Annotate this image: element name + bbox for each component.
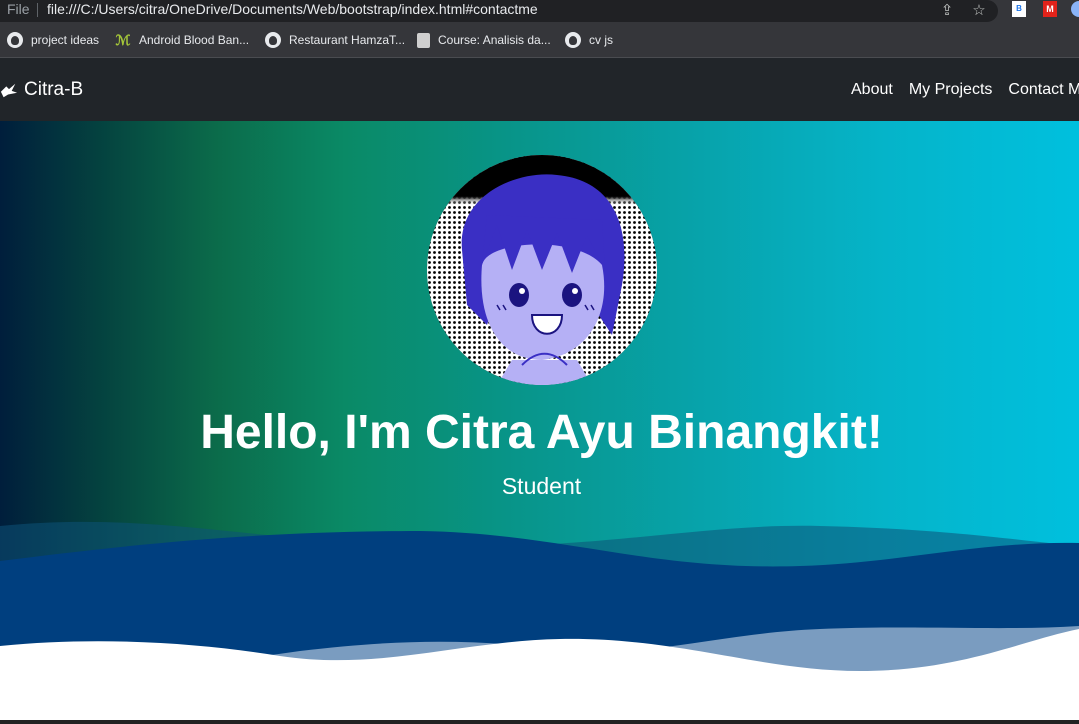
- android-icon: ℳ: [115, 32, 131, 48]
- file-scheme-label: File: [7, 1, 30, 17]
- bookmark-android-blood-bank[interactable]: ℳ Android Blood Ban...: [115, 31, 250, 49]
- profile-photo: [427, 155, 657, 385]
- bookmark-course[interactable]: Course: Analisis da...: [417, 31, 551, 49]
- hero-subtitle: Student: [501, 473, 582, 499]
- crane-logo-icon: [0, 83, 18, 98]
- extension-m-icon[interactable]: M: [1043, 1, 1057, 17]
- nav-links: About My Projects Contact Me: [851, 81, 1079, 99]
- bookmarks-bar: project ideas ℳ Android Blood Ban... Res…: [0, 22, 1079, 58]
- share-icon[interactable]: ⇪: [938, 2, 956, 20]
- github-icon: [7, 32, 23, 48]
- github-icon: [565, 32, 581, 48]
- site-navbar: Citra-B About My Projects Contact Me: [0, 58, 1079, 121]
- bookmark-label: Restaurant HamzaT...: [289, 33, 406, 47]
- browser-address-bar: File file:///C:/Users/citra/OneDrive/Doc…: [0, 0, 1079, 22]
- address-separator: [37, 3, 38, 17]
- profile-avatar-icon[interactable]: [1071, 1, 1079, 17]
- bookmark-label: cv js: [589, 33, 613, 47]
- nav-link-my-projects[interactable]: My Projects: [909, 81, 993, 99]
- bookmark-label: project ideas: [31, 33, 100, 47]
- bookmark-project-ideas[interactable]: project ideas: [7, 31, 99, 49]
- hero-section: Hello, I'm Citra Ayu Binangkit! Student: [0, 121, 1079, 724]
- extension-b-icon[interactable]: B: [1012, 1, 1026, 17]
- course-icon: [417, 32, 430, 48]
- bookmark-label: Android Blood Ban...: [139, 33, 250, 47]
- bookmark-star-icon[interactable]: ☆: [970, 2, 988, 20]
- github-icon: [265, 32, 281, 48]
- url-text[interactable]: file:///C:/Users/citra/OneDrive/Document…: [47, 1, 538, 17]
- bookmark-restaurant[interactable]: Restaurant HamzaT...: [265, 31, 405, 49]
- brand-link[interactable]: Citra-B: [0, 79, 83, 101]
- wave-divider: [0, 521, 1079, 724]
- nav-link-about[interactable]: About: [851, 81, 893, 99]
- hero-title: Hello, I'm Citra Ayu Binangkit!: [200, 406, 883, 459]
- bookmark-cv-js[interactable]: cv js: [565, 31, 613, 49]
- nav-link-contact-me[interactable]: Contact Me: [1008, 81, 1079, 99]
- bookmark-label: Course: Analisis da...: [438, 33, 551, 47]
- page-bottom-border: [0, 720, 1079, 724]
- brand-name: Citra-B: [24, 79, 84, 100]
